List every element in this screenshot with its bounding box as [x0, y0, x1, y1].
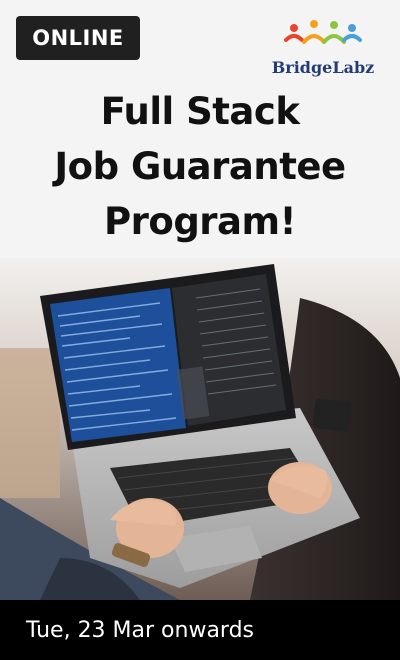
bridgelabz-logo: BridgeLabz [268, 18, 378, 80]
headline-line-3: Program! [104, 200, 296, 243]
headline: Full Stack Job Guarantee Program! [0, 84, 400, 249]
headline-line-1: Full Stack [100, 90, 300, 133]
laptop-with-code-editor-image [0, 258, 400, 600]
headline-line-2: Job Guarantee [54, 145, 346, 188]
people-group-icon [284, 20, 362, 44]
online-badge: ONLINE [16, 16, 140, 60]
promo-banner[interactable]: ONLINE BridgeLabz Full Stack Job Guarant… [0, 0, 400, 660]
logo-wordmark: BridgeLabz [271, 58, 375, 77]
event-date-text: Tue, 23 Mar onwards [26, 617, 255, 643]
event-date-bar: Tue, 23 Mar onwards [0, 600, 400, 660]
